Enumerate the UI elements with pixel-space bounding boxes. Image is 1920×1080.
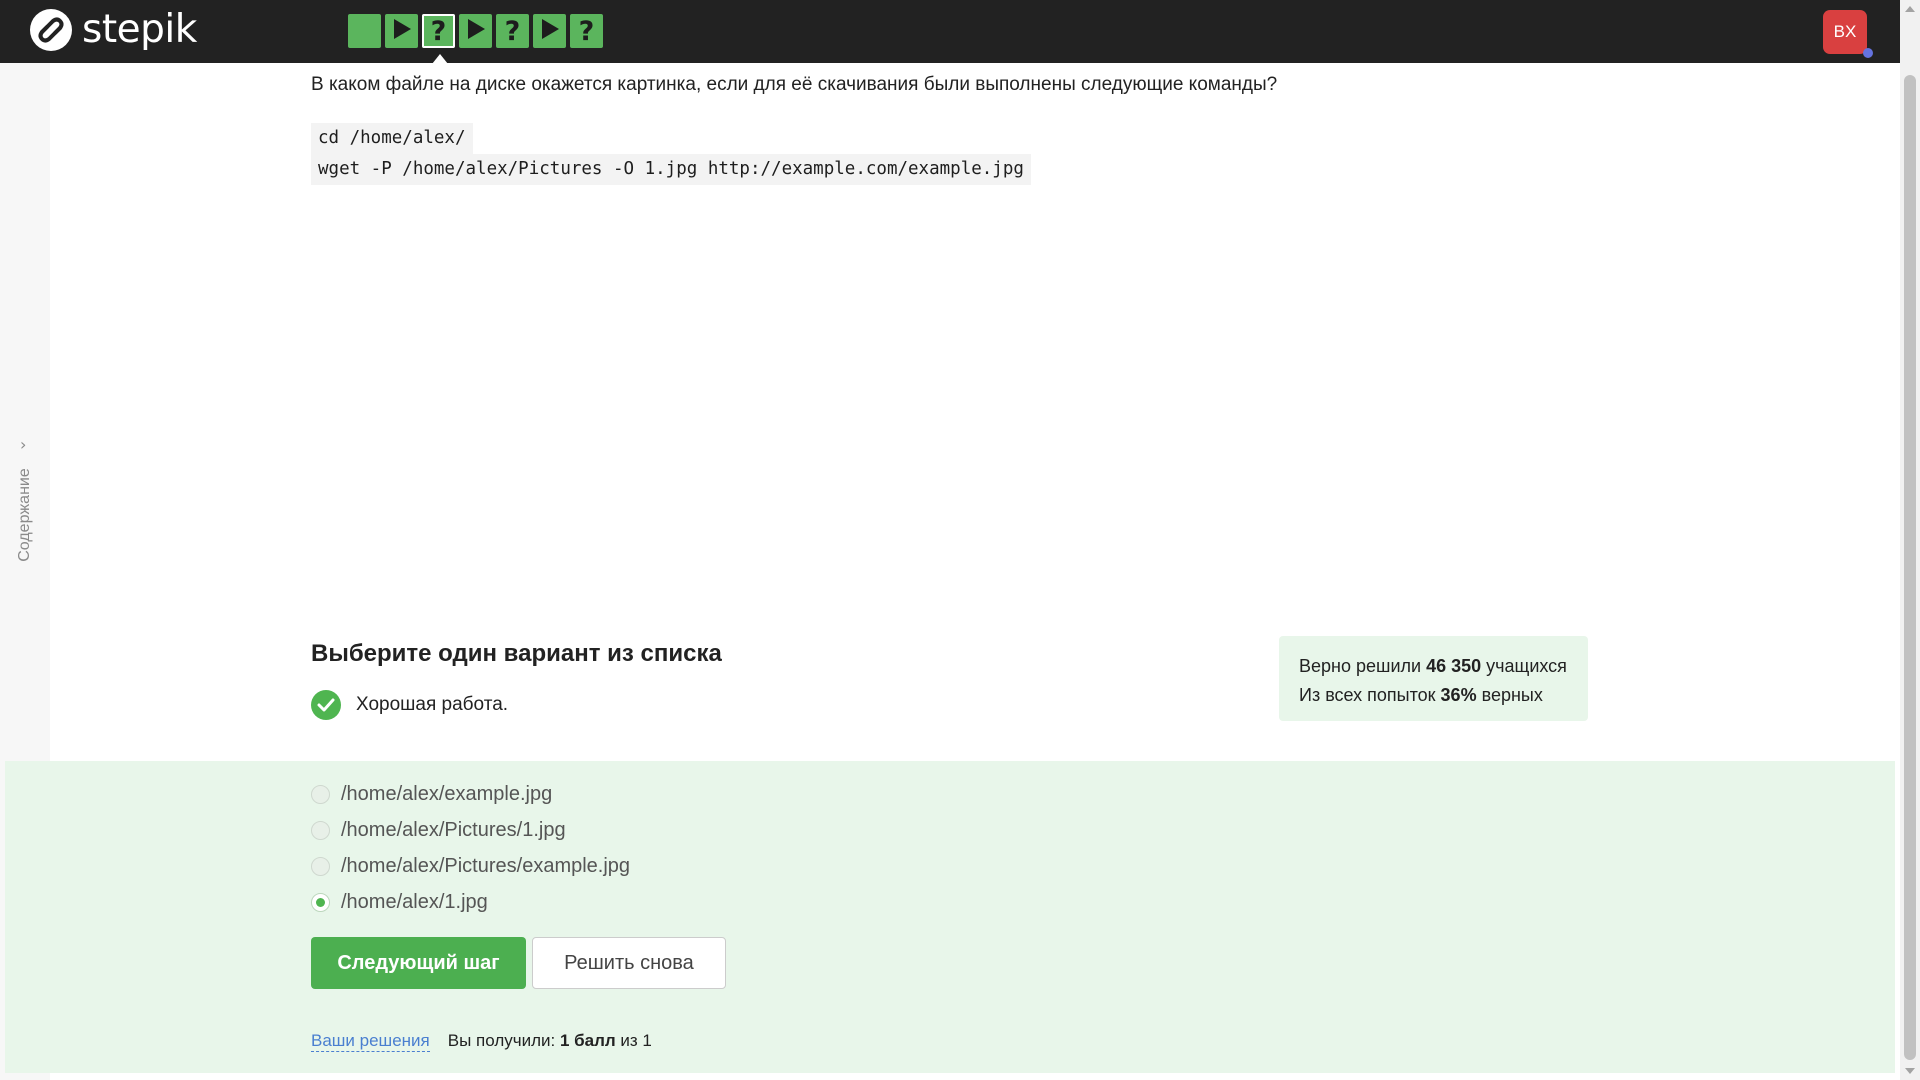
solved-count: 46 350 <box>1426 656 1482 676</box>
correct-percent: 36% <box>1440 685 1477 705</box>
answer-option-label: /home/alex/Pictures/1.jpg <box>341 819 566 841</box>
radio-button-checked[interactable] <box>311 893 330 912</box>
scroll-down-arrow-icon[interactable] <box>1905 1068 1915 1074</box>
answer-option-label: /home/alex/example.jpg <box>341 783 553 805</box>
step-text[interactable] <box>348 14 381 48</box>
logo-text: stepik <box>82 7 197 52</box>
chevron-right-icon: › <box>20 435 27 454</box>
score-text: Вы получили: 1 балл из 1 <box>447 1031 652 1050</box>
step-video[interactable] <box>533 14 566 48</box>
step-video[interactable] <box>459 14 492 48</box>
radio-button[interactable] <box>311 785 330 804</box>
answer-option-label: /home/alex/Pictures/example.jpg <box>341 855 631 877</box>
answer-option[interactable]: /home/alex/Pictures/1.jpg <box>311 819 566 842</box>
user-menu[interactable]: BX <box>1823 10 1873 58</box>
scroll-up-arrow-icon[interactable] <box>1905 6 1915 12</box>
task-title: Выберите один вариант из списка <box>311 640 722 667</box>
question-text: В каком файле на диске окажется картинка… <box>311 74 1278 95</box>
answer-option[interactable]: /home/alex/Pictures/example.jpg <box>311 855 630 878</box>
step-quiz[interactable]: ? <box>570 14 603 48</box>
question-mark-icon: ? <box>578 15 595 47</box>
step-quiz-current[interactable]: ? <box>422 14 455 64</box>
play-icon <box>539 17 561 46</box>
stats-attempts-line: Из всех попыток 36% верных <box>1299 685 1543 705</box>
question-mark-icon: ? <box>504 15 521 47</box>
top-navbar: stepik ? ? ? BX <box>0 0 1900 64</box>
submission-footer: Ваши решения Вы получили: 1 балл из 1 <box>311 1031 652 1052</box>
page-scrollbar[interactable] <box>1900 0 1920 1080</box>
your-solutions-link[interactable]: Ваши решения <box>311 1031 430 1052</box>
stats-solved-line: Верно решили 46 350 учащихся <box>1299 656 1567 676</box>
answer-option-label: /home/alex/1.jpg <box>341 891 488 913</box>
answer-panel <box>5 761 1895 1073</box>
toc-label: Содержание <box>16 468 33 562</box>
play-icon <box>391 17 413 46</box>
question-mark-icon: ? <box>430 15 447 47</box>
radio-button[interactable] <box>311 857 330 876</box>
feedback: Хорошая работа. <box>311 690 508 720</box>
play-icon <box>465 17 487 46</box>
solve-stats: Верно решили 46 350 учащихся Из всех поп… <box>1279 636 1588 721</box>
stepik-logo[interactable]: stepik <box>30 9 197 51</box>
stepik-logo-icon <box>30 9 72 51</box>
avatar[interactable]: BX <box>1823 10 1867 54</box>
step-quiz[interactable]: ? <box>496 14 529 48</box>
notification-dot <box>1863 48 1873 58</box>
code-line: wget -P /home/alex/Pictures -O 1.jpg htt… <box>311 154 1031 185</box>
code-line: cd /home/alex/ <box>311 123 473 154</box>
feedback-text: Хорошая работа. <box>356 694 509 715</box>
solve-again-button[interactable]: Решить снова <box>532 937 726 989</box>
lesson-steps-nav: ? ? ? <box>348 14 603 64</box>
answer-option-selected[interactable]: /home/alex/1.jpg <box>311 891 488 914</box>
check-circle-icon <box>311 690 341 720</box>
step-video[interactable] <box>385 14 418 48</box>
score-value: 1 балл <box>559 1031 616 1050</box>
answer-option[interactable]: /home/alex/example.jpg <box>311 783 552 806</box>
next-step-button[interactable]: Следующий шаг <box>311 937 526 989</box>
toc-toggle[interactable]: › Содержание <box>9 435 41 575</box>
scroll-thumb[interactable] <box>1904 75 1916 1060</box>
radio-button[interactable] <box>311 821 330 840</box>
